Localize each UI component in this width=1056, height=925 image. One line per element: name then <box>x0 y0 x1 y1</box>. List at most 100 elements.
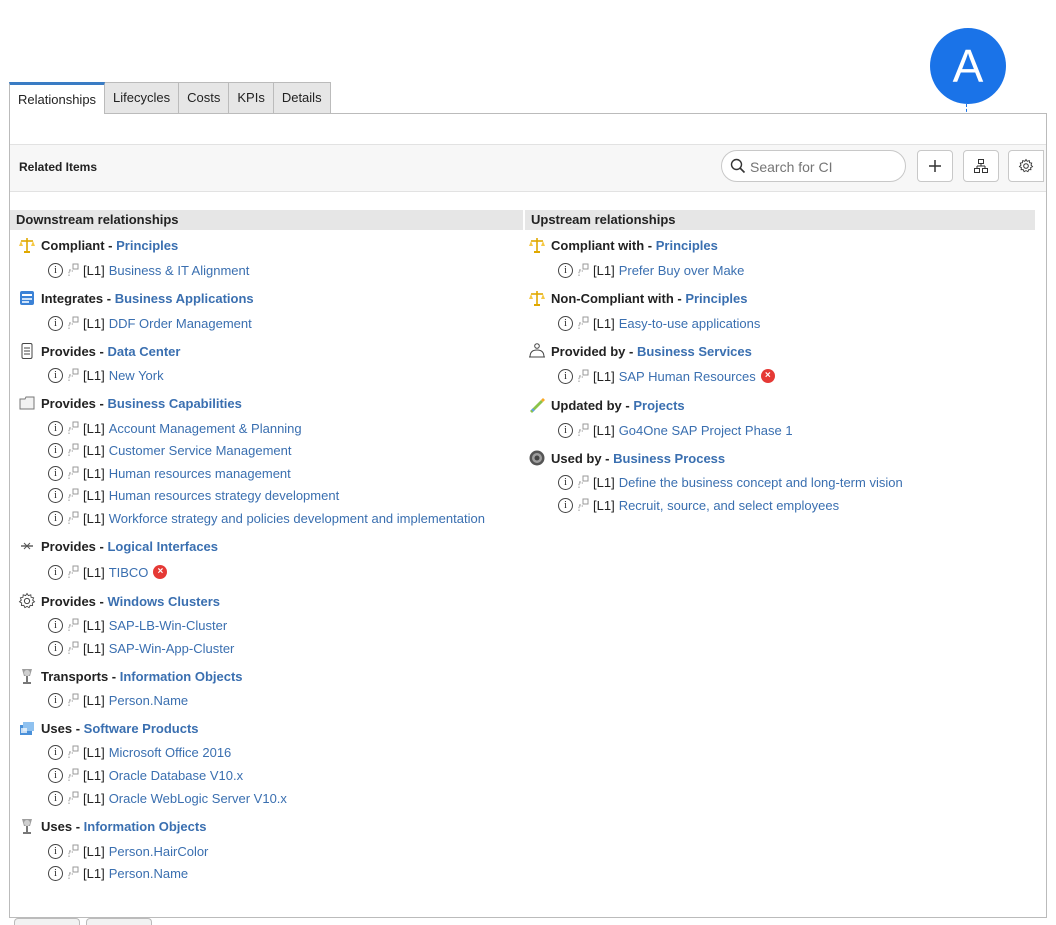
relation-icon[interactable] <box>67 511 79 525</box>
relation-icon[interactable] <box>577 263 589 277</box>
item-link[interactable]: Easy-to-use applications <box>619 316 761 331</box>
group-target-link[interactable]: Projects <box>630 398 684 413</box>
item-link[interactable]: Account Management & Planning <box>109 421 302 436</box>
info-icon[interactable]: i <box>48 744 63 760</box>
list-item: i [L1] TIBCO × <box>48 562 168 582</box>
info-icon[interactable]: i <box>48 367 63 383</box>
info-icon[interactable]: i <box>48 617 63 633</box>
level-badge: [L1] <box>593 422 615 438</box>
relation-icon[interactable] <box>67 443 79 457</box>
group-target-link[interactable]: Business Capabilities <box>104 396 241 411</box>
relation-icon[interactable] <box>577 423 589 437</box>
relation-icon[interactable] <box>67 316 79 330</box>
relation-icon[interactable] <box>67 368 79 382</box>
group-target-link[interactable]: Business Services <box>633 344 752 359</box>
item-link[interactable]: Person.HairColor <box>109 844 209 859</box>
info-icon[interactable]: i <box>48 465 63 481</box>
info-icon[interactable]: i <box>48 420 63 436</box>
item-link[interactable]: Oracle Database V10.x <box>109 768 243 783</box>
item-link[interactable]: Person.Name <box>109 693 188 708</box>
info-icon[interactable]: i <box>558 262 573 278</box>
info-icon[interactable]: i <box>48 487 63 503</box>
group-target-link[interactable]: Information Objects <box>80 819 207 834</box>
tab-details[interactable]: Details <box>272 82 331 113</box>
footer-button-1[interactable] <box>14 918 80 925</box>
info-icon[interactable]: i <box>48 315 63 331</box>
relation-icon[interactable] <box>67 641 79 655</box>
group-target-link[interactable]: Principles <box>113 238 178 253</box>
relation-icon[interactable] <box>577 316 589 330</box>
item-link[interactable]: SAP-Win-App-Cluster <box>109 641 235 656</box>
relation-icon[interactable] <box>67 618 79 632</box>
tab-relationships[interactable]: Relationships <box>9 82 106 114</box>
group-target-link[interactable]: Software Products <box>80 721 199 736</box>
item-link[interactable]: DDF Order Management <box>109 316 252 331</box>
info-icon[interactable]: i <box>48 767 63 783</box>
info-icon[interactable]: i <box>48 262 63 278</box>
item-link[interactable]: SAP-LB-Win-Cluster <box>109 618 227 633</box>
info-icon[interactable]: i <box>48 790 63 806</box>
add-relationship-button[interactable] <box>917 150 953 182</box>
relation-icon[interactable] <box>67 693 79 707</box>
settings-button[interactable] <box>1008 150 1044 182</box>
item-link[interactable]: TIBCO <box>109 565 149 580</box>
tab-costs[interactable]: Costs <box>178 82 230 113</box>
group-target-link[interactable]: Principles <box>652 238 718 253</box>
list-item: i [L1] Person.Name <box>48 863 188 883</box>
group-target-link[interactable]: Windows Clusters <box>104 594 220 609</box>
item-link[interactable]: Oracle WebLogic Server V10.x <box>109 791 287 806</box>
relation-icon[interactable] <box>67 844 79 858</box>
item-link[interactable]: Define the business concept and long-ter… <box>619 475 903 490</box>
item-link[interactable]: Human resources strategy development <box>109 488 340 503</box>
group-target-link[interactable]: Logical Interfaces <box>104 539 218 554</box>
info-icon[interactable]: i <box>48 865 63 881</box>
relation-icon[interactable] <box>67 421 79 435</box>
hierarchy-view-button[interactable] <box>963 150 999 182</box>
item-link[interactable]: Human resources management <box>109 466 291 481</box>
gear-icon <box>1018 158 1034 173</box>
relation-icon[interactable] <box>67 565 79 579</box>
item-link[interactable]: Recruit, source, and select employees <box>619 498 839 513</box>
info-icon[interactable]: i <box>48 510 63 526</box>
group-target-link[interactable]: Business Process <box>610 451 725 466</box>
level-badge: [L1] <box>83 262 105 278</box>
item-link[interactable]: Go4One SAP Project Phase 1 <box>619 423 793 438</box>
search-box[interactable] <box>721 150 906 182</box>
info-icon[interactable]: i <box>48 564 63 580</box>
relation-icon[interactable] <box>67 791 79 805</box>
relation-icon[interactable] <box>67 466 79 480</box>
tab-lifecycles[interactable]: Lifecycles <box>104 82 180 113</box>
info-icon[interactable]: i <box>558 368 573 384</box>
item-link[interactable]: Microsoft Office 2016 <box>109 745 232 760</box>
group-target-link[interactable]: Data Center <box>104 344 180 359</box>
item-link[interactable]: Prefer Buy over Make <box>619 263 745 278</box>
relation-icon[interactable] <box>67 488 79 502</box>
relation-icon[interactable] <box>67 768 79 782</box>
info-icon[interactable]: i <box>48 692 63 708</box>
item-link[interactable]: SAP Human Resources <box>619 369 756 384</box>
tab-kpis[interactable]: KPIs <box>228 82 274 113</box>
item-link[interactable]: Person.Name <box>109 866 188 881</box>
info-icon[interactable]: i <box>558 474 573 490</box>
info-icon[interactable]: i <box>558 422 573 438</box>
relation-icon[interactable] <box>577 475 589 489</box>
search-input[interactable] <box>748 156 902 178</box>
relation-icon[interactable] <box>577 498 589 512</box>
group-target-link[interactable]: Business Applications <box>111 291 254 306</box>
info-icon[interactable]: i <box>48 442 63 458</box>
relation-icon[interactable] <box>67 866 79 880</box>
item-link[interactable]: Customer Service Management <box>109 443 292 458</box>
item-link[interactable]: Workforce strategy and policies developm… <box>109 511 485 526</box>
footer-button-2[interactable] <box>86 918 152 925</box>
group-target-link[interactable]: Information Objects <box>116 669 243 684</box>
item-link[interactable]: New York <box>109 368 164 383</box>
info-icon[interactable]: i <box>558 497 573 513</box>
info-icon[interactable]: i <box>558 315 573 331</box>
item-link[interactable]: Business & IT Alignment <box>109 263 250 278</box>
relation-icon[interactable] <box>67 745 79 759</box>
info-icon[interactable]: i <box>48 843 63 859</box>
relation-icon[interactable] <box>67 263 79 277</box>
group-target-link[interactable]: Principles <box>682 291 747 306</box>
info-icon[interactable]: i <box>48 640 63 656</box>
relation-icon[interactable] <box>577 369 589 383</box>
